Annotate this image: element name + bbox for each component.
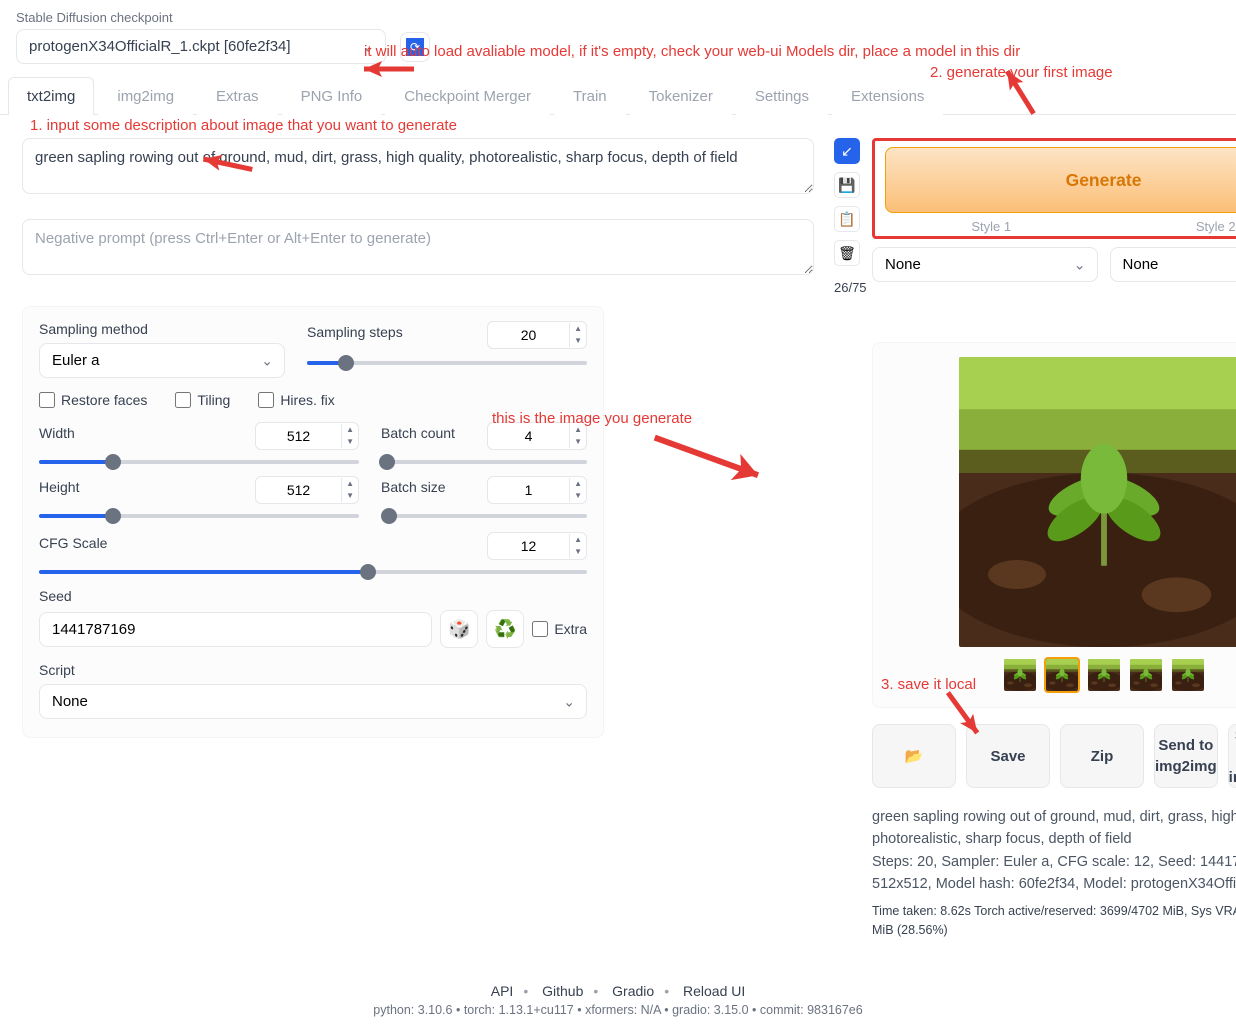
style2-select[interactable]: None [1110,247,1236,282]
step-up[interactable]: ▲ [570,323,586,335]
result-params: Steps: 20, Sampler: Euler a, CFG scale: … [872,851,1236,896]
tab-ckpt-merger[interactable]: Checkpoint Merger [385,77,550,115]
footer: API• Github• Gradio• Reload UI python: 3… [0,957,1236,1029]
style1-select[interactable]: None [872,247,1098,282]
checkpoint-select[interactable]: protogenX34OfficialR_1.ckpt [60fe2f34] [16,29,386,64]
cfg-slider[interactable] [39,570,587,574]
tab-img2img[interactable]: img2img [98,77,193,115]
result-card: ✕ 3. save it local [872,342,1236,708]
annotation-step1: 1. input some description about image th… [0,115,1236,138]
recycle-icon: ♻️ [494,619,516,640]
folder-icon: 📂 [905,746,924,767]
tabs-bar: txt2img img2img Extras PNG Info Checkpoi… [0,76,1236,115]
script-select[interactable]: None [39,684,587,719]
arrow-icon: ↙ [841,143,853,160]
cfg-label: CFG Scale [39,535,107,551]
script-label: Script [39,662,587,678]
sampling-steps-label: Sampling steps [307,324,403,340]
cfg-input[interactable] [488,538,569,554]
random-seed-button[interactable]: 🎲 [440,610,478,648]
thumb-2[interactable] [1044,657,1080,693]
params-card: Sampling method Euler a⌄ Sampling steps … [22,306,604,738]
batch-size-input[interactable] [488,482,569,498]
tiling-check[interactable]: Tiling [175,392,230,408]
height-slider[interactable] [39,514,359,518]
generated-image[interactable] [959,357,1236,647]
footer-gradio-link[interactable]: Gradio [612,983,654,999]
batch-count-slider[interactable] [381,460,587,464]
sampling-method-select[interactable]: Euler a [39,343,285,378]
thumb-1[interactable] [1002,657,1038,693]
interrogate-clip-button[interactable]: ↙ [834,138,860,164]
negative-prompt-input[interactable] [22,219,814,275]
height-input[interactable] [256,482,341,498]
checkpoint-label: Stable Diffusion checkpoint [16,10,386,25]
dice-icon: 🎲 [448,619,470,640]
batch-size-slider[interactable] [381,514,587,518]
sampling-steps-slider[interactable] [307,361,587,365]
tab-extras[interactable]: Extras [197,77,278,115]
prompt-input[interactable]: green sapling rowing out of ground, mud,… [22,138,814,194]
seed-input[interactable] [39,612,432,647]
save-button[interactable]: Save [966,724,1050,788]
footer-meta: python: 3.10.6 • torch: 1.13.1+cu117 • x… [0,1003,1236,1017]
footer-github-link[interactable]: Github [542,983,583,999]
send-img2img-button[interactable]: Send to img2img [1154,724,1218,788]
tab-settings[interactable]: Settings [736,77,828,115]
thumb-4[interactable] [1128,657,1164,693]
result-perf: Time taken: 8.62s Torch active/reserved:… [872,902,1236,941]
annotation-top: it will auto load avaliable model, if it… [364,43,1220,60]
tab-extensions[interactable]: Extensions [832,77,943,115]
width-input[interactable] [256,428,341,444]
height-label: Height [39,479,79,495]
footer-api-link[interactable]: API [491,983,514,999]
thumb-3[interactable] [1086,657,1122,693]
style1-label: Style 1 [885,219,1098,234]
open-folder-button[interactable]: 📂 [872,724,956,788]
tab-pnginfo[interactable]: PNG Info [282,77,382,115]
tab-txt2img[interactable]: txt2img [8,77,94,115]
clipboard-icon: 📋 [838,211,855,228]
tab-tokenizer[interactable]: Tokenizer [630,77,732,115]
save-prompt-button[interactable]: 💾 [834,172,860,198]
hires-fix-check[interactable]: Hires. fix [258,392,334,408]
zip-button[interactable]: Zip [1060,724,1144,788]
save-icon: 💾 [838,177,855,194]
sampling-steps-input[interactable] [488,327,569,343]
extra-seed-check[interactable]: Extra [532,621,587,637]
token-count: 26/75 [834,280,867,295]
send-inpaint-button[interactable]: Send to inpaint [1228,724,1236,788]
sampling-method-label: Sampling method [39,321,285,337]
thumb-5[interactable] [1170,657,1206,693]
seed-label: Seed [39,588,587,604]
step-down[interactable]: ▼ [570,335,586,347]
batch-count-label: Batch count [381,425,455,441]
footer-reload-link[interactable]: Reload UI [683,983,745,999]
restore-faces-check[interactable]: Restore faces [39,392,147,408]
batch-count-input[interactable] [488,428,569,444]
tab-train[interactable]: Train [554,77,626,115]
style2-label: Style 2 [1110,219,1236,234]
result-prompt-echo: green sapling rowing out of ground, mud,… [872,806,1236,851]
batch-size-label: Batch size [381,479,446,495]
clear-button[interactable]: 🗑 [834,240,860,266]
width-slider[interactable] [39,460,359,464]
clipboard-button[interactable]: 📋 [834,206,860,232]
reuse-seed-button[interactable]: ♻️ [486,610,524,648]
generate-button[interactable]: Generate [885,147,1236,213]
width-label: Width [39,425,75,441]
trash-icon: 🗑 [838,245,856,262]
